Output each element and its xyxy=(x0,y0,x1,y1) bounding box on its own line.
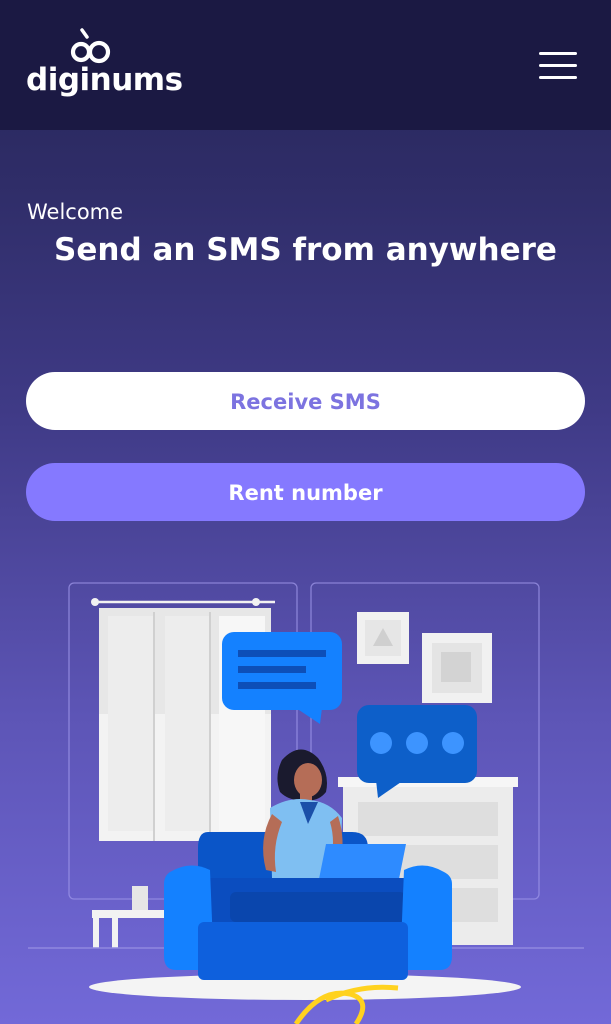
top-bar: diginums xyxy=(0,0,611,130)
diginums-logo[interactable]: diginums xyxy=(26,28,183,104)
rent-number-button[interactable]: Rent number xyxy=(26,463,585,521)
page-headline: Send an SMS from anywhere xyxy=(54,232,557,268)
welcome-label: Welcome xyxy=(27,200,124,224)
woman-on-sofa-with-laptop-illustration xyxy=(28,582,584,1024)
logo-text: diginums xyxy=(26,62,183,98)
receive-sms-button[interactable]: Receive SMS xyxy=(26,372,585,430)
hamburger-menu-icon[interactable] xyxy=(536,50,580,82)
